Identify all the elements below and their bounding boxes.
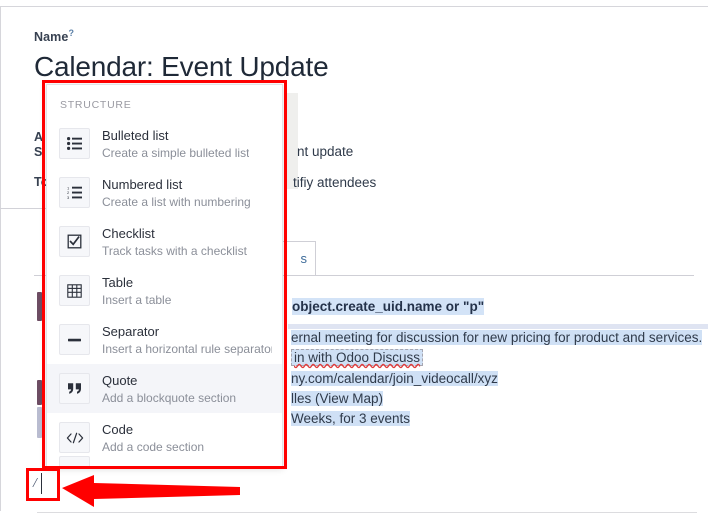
powerbox-item-text: Table Insert a table xyxy=(102,274,171,308)
field-value-subject: nt update xyxy=(297,144,354,159)
powerbox-item-desc: Create a simple bulleted list xyxy=(102,145,250,160)
powerbox-menu[interactable]: STRUCTURE Bulleted list Create a simple … xyxy=(46,84,283,467)
separator-icon xyxy=(59,324,90,355)
body-line-discuss-text: in with Odoo Discuss xyxy=(291,349,424,366)
slash-trigger-text[interactable]: / xyxy=(30,471,56,497)
powerbox-item-title: Bulleted list xyxy=(102,127,169,143)
svg-text:3: 3 xyxy=(67,195,70,199)
page-title: Calendar: Event Update xyxy=(34,51,329,82)
quote-icon xyxy=(59,373,90,404)
powerbox-item-desc: Add a code section xyxy=(102,439,205,454)
editor-accent-bottom xyxy=(37,407,42,438)
powerbox-item-title: Table xyxy=(102,274,134,290)
body-code-expression: object.create_uid.name or "p" xyxy=(292,298,485,315)
powerbox-item-desc: Insert a horizontal rule separator xyxy=(102,341,272,356)
body-line-discuss: in with Odoo Discuss xyxy=(291,349,424,366)
field-value-to: tifiy attendees xyxy=(293,175,377,190)
pointer-arrow xyxy=(62,475,240,507)
powerbox-item-text: Numbered list Create a list with numberi… xyxy=(102,176,251,210)
body-line-location-prefix: lles (View Map) xyxy=(291,391,384,406)
editor-accent-top xyxy=(37,292,42,321)
powerbox-item-text: Bulleted list Create a simple bulleted l… xyxy=(102,127,249,161)
table-icon xyxy=(59,275,90,306)
powerbox-item-title: Numbered list xyxy=(102,176,183,192)
powerbox-item-text: Code Add a code section xyxy=(102,421,204,455)
powerbox-item-title: Separator xyxy=(102,323,160,339)
field-label-subject: S xyxy=(34,145,43,159)
field-label-applies-to: A xyxy=(34,130,44,144)
selection-block-top xyxy=(288,324,708,329)
powerbox-item-desc: Create a list with numbering xyxy=(102,194,251,209)
screenshot-root: Name? Calendar: Event Update A S To nt u… xyxy=(0,0,708,517)
body-line-description: ernal meeting for discussion for new pri… xyxy=(291,330,703,345)
body-line-location: lles (View Map) xyxy=(291,391,384,406)
powerbox-item-desc: Track tasks with a checklist xyxy=(102,243,247,258)
powerbox-item-bulleted-list[interactable]: Bulleted list Create a simple bulleted l… xyxy=(47,119,282,168)
powerbox-item-next-clipped[interactable] xyxy=(47,455,282,466)
powerbox-item-text: Quote Add a blockquote section xyxy=(102,372,236,406)
field-label-name: Name? xyxy=(34,28,74,44)
powerbox-item-numbered-list[interactable]: 1 2 3 Numbered list Create a list with n… xyxy=(47,168,282,217)
powerbox-item-title: Quote xyxy=(102,372,138,388)
editor-accent-mid xyxy=(37,380,42,405)
bulleted-list-icon xyxy=(59,128,90,159)
powerbox-item-quote[interactable]: Quote Add a blockquote section xyxy=(47,364,282,413)
powerbox-item-desc: Add a blockquote section xyxy=(102,390,237,405)
checklist-icon xyxy=(59,226,90,257)
powerbox-item-title: Code xyxy=(102,421,134,437)
body-line-videocall-url: ny.com/calendar/join_videocall/xyz xyxy=(291,371,498,386)
help-marker-icon[interactable]: ? xyxy=(68,28,74,38)
powerbox-item-desc: Insert a table xyxy=(102,292,172,307)
footer-divider xyxy=(37,512,697,513)
powerbox-item-text: Checklist Track tasks with a checklist xyxy=(102,225,247,259)
next-item-icon xyxy=(59,455,90,466)
powerbox-category-structure: STRUCTURE xyxy=(60,99,132,111)
powerbox-item-separator[interactable]: Separator Insert a horizontal rule separ… xyxy=(47,315,282,364)
code-icon xyxy=(59,422,90,453)
text-caret xyxy=(41,473,42,494)
powerbox-item-code[interactable]: Code Add a code section xyxy=(47,413,282,462)
numbered-list-icon: 1 2 3 xyxy=(59,177,90,208)
body-line-recurrence: Weeks, for 3 events xyxy=(291,411,411,426)
field-label-name-text: Name xyxy=(34,30,69,45)
powerbox-item-checklist[interactable]: Checklist Track tasks with a checklist xyxy=(47,217,282,266)
powerbox-item-table[interactable]: Table Insert a table xyxy=(47,266,282,315)
powerbox-item-title: Checklist xyxy=(102,225,155,241)
powerbox-item-text: Separator Insert a horizontal rule separ… xyxy=(102,323,272,357)
